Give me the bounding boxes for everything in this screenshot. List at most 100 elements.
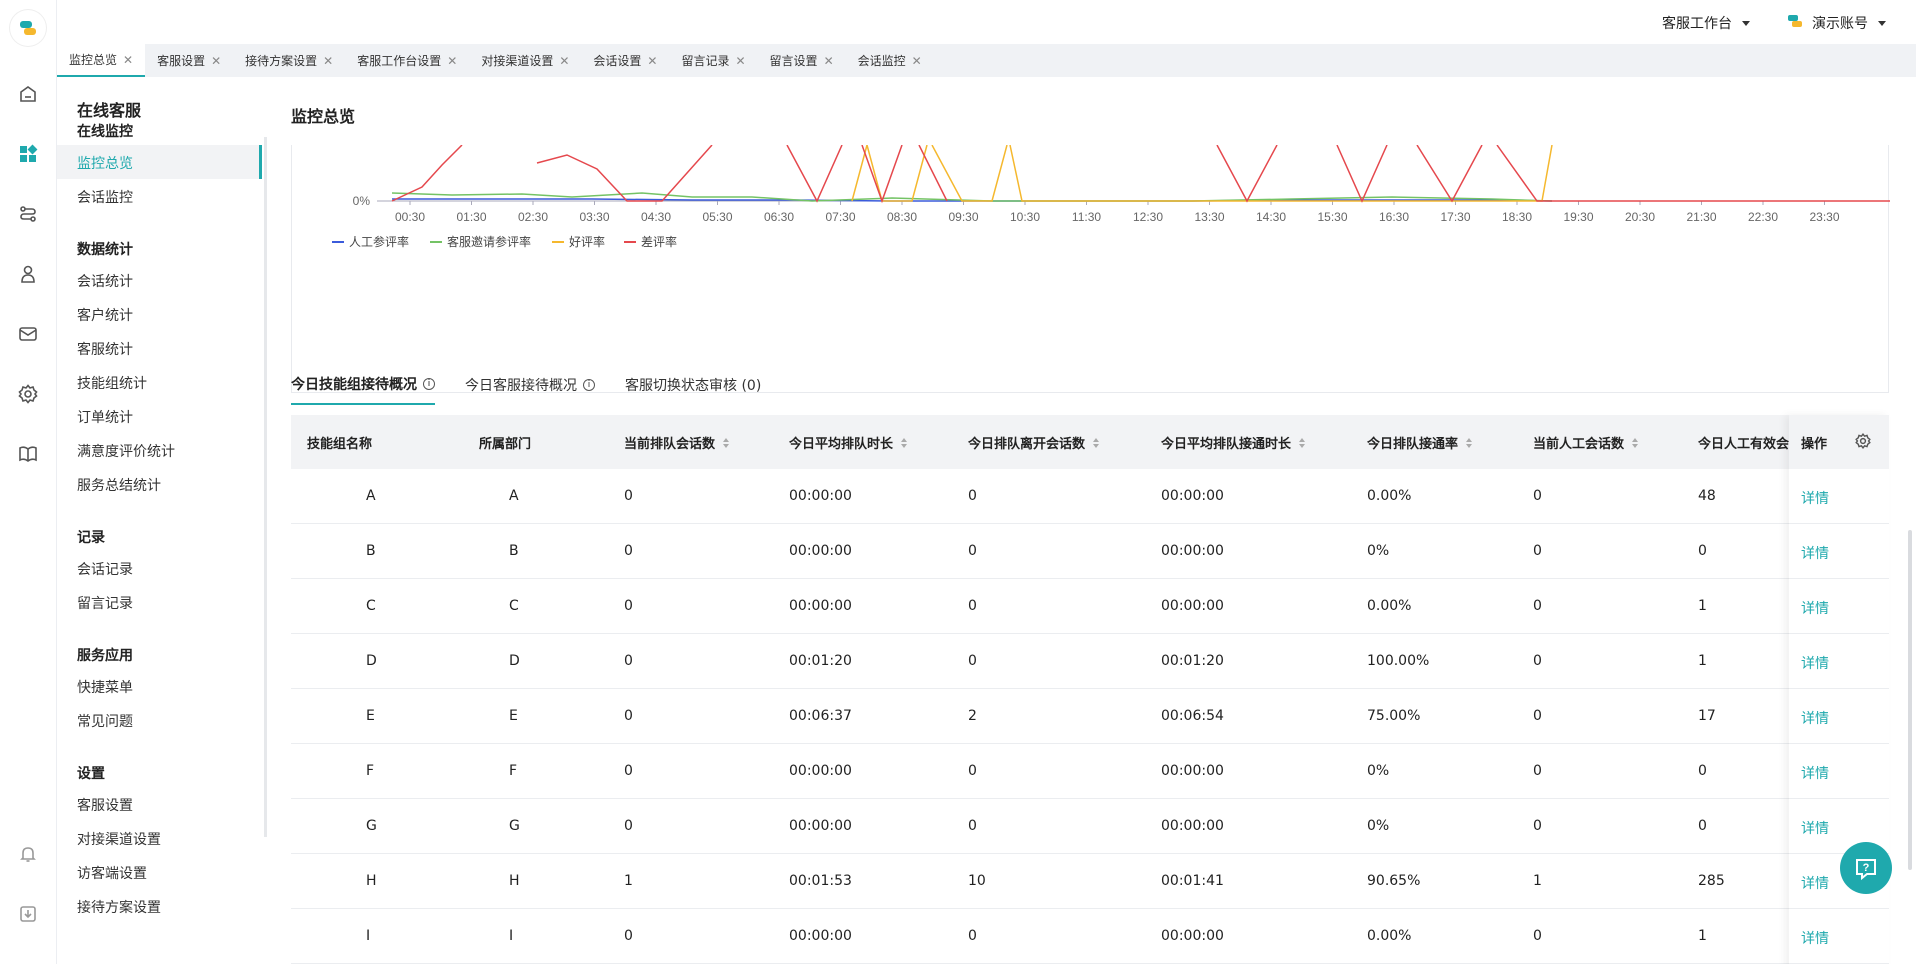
close-icon[interactable]: ✕ <box>735 54 745 68</box>
bell-icon[interactable] <box>16 842 40 866</box>
menu-item[interactable]: 客服统计 <box>77 339 133 359</box>
detail-link[interactable]: 详情 <box>1801 598 1829 618</box>
book-icon[interactable] <box>16 442 40 466</box>
column-header[interactable]: 当前排队会话数 <box>624 433 730 452</box>
table-cell: 0 <box>968 488 977 504</box>
detail-link[interactable]: 详情 <box>1801 543 1829 563</box>
table-cell: 48 <box>1698 488 1716 504</box>
column-header[interactable]: 今日平均排队接通时长 <box>1161 433 1306 452</box>
close-icon[interactable]: ✕ <box>323 54 333 68</box>
close-icon[interactable]: ✕ <box>824 54 834 68</box>
sort-icon[interactable] <box>1632 437 1639 448</box>
column-header[interactable]: 今日排队接通率 <box>1367 433 1473 452</box>
legend-label[interactable]: 人工参评率 <box>349 234 409 249</box>
side-menu: 在线客服 在线监控 监控总览 会话监控 数据统计 会话统计 客户统计 客服统计 技能组统计 订单… <box>57 77 267 964</box>
tab-item[interactable]: 客服工作台设置 ✕ <box>345 44 469 77</box>
x-tick-label: 09:30 <box>948 210 978 224</box>
detail-link[interactable]: 详情 <box>1801 653 1829 673</box>
tab-item[interactable]: 会话监控 ✕ <box>846 44 934 77</box>
tab-item[interactable]: 接待方案设置 ✕ <box>233 44 345 77</box>
sort-icon[interactable] <box>901 437 908 448</box>
menu-item[interactable]: 会话统计 <box>77 271 133 291</box>
download-icon[interactable] <box>16 902 40 926</box>
menu-item[interactable]: 客户统计 <box>77 305 133 325</box>
detail-link[interactable]: 详情 <box>1801 818 1829 838</box>
menu-item[interactable]: 监控总览 <box>77 153 133 173</box>
table-cell: 90.65% <box>1367 873 1421 889</box>
menu-item[interactable]: 订单统计 <box>77 407 133 427</box>
legend-label[interactable]: 客服邀请参评率 <box>447 234 531 249</box>
column-header[interactable]: 当前人工会话数 <box>1533 433 1639 452</box>
detail-link[interactable]: 详情 <box>1801 708 1829 728</box>
app-logo[interactable] <box>10 10 46 46</box>
series-line <box>391 145 1890 204</box>
detail-link[interactable]: 详情 <box>1801 763 1829 783</box>
menu-item[interactable]: 接待方案设置 <box>77 897 161 917</box>
menu-item[interactable]: 快捷菜单 <box>77 677 133 697</box>
close-icon[interactable]: ✕ <box>211 54 221 68</box>
menu-item[interactable]: 客服设置 <box>77 795 133 815</box>
column-header[interactable]: 今日排队离开会话数 <box>968 433 1100 452</box>
legend-label[interactable]: 差评率 <box>641 234 677 249</box>
table-cell: 00:00:00 <box>1161 763 1224 779</box>
info-icon[interactable]: i <box>423 378 435 390</box>
overview-tab[interactable]: 客服切换状态审核 (0) <box>625 365 761 405</box>
help-button[interactable]: ? <box>1840 842 1892 894</box>
table-cell: 0 <box>1533 928 1542 944</box>
workspace-dropdown[interactable]: 客服工作台 <box>1662 13 1750 33</box>
legend-label[interactable]: 好评率 <box>569 234 605 249</box>
menu-item[interactable]: 服务总结统计 <box>77 475 161 495</box>
tab-item[interactable]: 留言设置 ✕ <box>758 44 846 77</box>
close-icon[interactable]: ✕ <box>123 53 133 67</box>
sort-icon[interactable] <box>723 437 730 448</box>
menu-group-title: 设置 <box>77 766 105 782</box>
overview-tab[interactable]: 今日客服接待概况 i <box>465 365 595 405</box>
main-scrollbar[interactable] <box>1908 530 1912 870</box>
tab-item[interactable]: 对接渠道设置 ✕ <box>469 44 581 77</box>
menu-item[interactable]: 技能组统计 <box>77 373 147 393</box>
settings-icon[interactable] <box>16 382 40 406</box>
gear-icon[interactable] <box>1855 433 1871 453</box>
menu-item[interactable]: 访客端设置 <box>77 863 147 883</box>
table-cell: 0% <box>1367 818 1390 834</box>
table-cell: 0 <box>624 818 633 834</box>
tab-item[interactable]: 监控总览 ✕ <box>57 44 146 77</box>
tab-label: 会话设置 <box>593 54 642 68</box>
dashboard-icon[interactable] <box>16 142 40 166</box>
close-icon[interactable]: ✕ <box>559 54 569 68</box>
menu-item[interactable]: 会话监控 <box>77 187 133 207</box>
close-icon[interactable]: ✕ <box>647 54 657 68</box>
sort-icon[interactable] <box>1299 437 1306 448</box>
table-cell: 0% <box>1367 763 1390 779</box>
tab-item[interactable]: 会话设置 ✕ <box>581 44 669 77</box>
info-icon[interactable]: i <box>583 379 595 391</box>
sort-icon[interactable] <box>1093 437 1100 448</box>
menu-item[interactable]: 会话记录 <box>77 559 133 579</box>
close-icon[interactable]: ✕ <box>447 54 457 68</box>
table-cell: 0 <box>624 488 633 504</box>
menu-item[interactable]: 常见问题 <box>77 711 133 731</box>
route-icon[interactable] <box>16 202 40 226</box>
menu-item[interactable]: 满意度评价统计 <box>77 441 175 461</box>
user-icon[interactable] <box>16 262 40 286</box>
home-icon[interactable] <box>16 82 40 106</box>
column-header[interactable]: 今日平均排队时长 <box>789 433 908 452</box>
tab-label: 留言设置 <box>769 54 818 68</box>
menu-item[interactable]: 留言记录 <box>77 593 133 613</box>
x-tick-label: 14:30 <box>1256 210 1286 224</box>
close-icon[interactable]: ✕ <box>912 54 922 68</box>
tab-item[interactable]: 留言记录 ✕ <box>669 44 757 77</box>
sort-icon[interactable] <box>1466 437 1473 448</box>
tab-label: 会话监控 <box>857 54 906 68</box>
menu-item[interactable]: 对接渠道设置 <box>77 829 161 849</box>
chart-svg: 0% 00:30 01:30 02:30 03:30 04:30 05:30 06:30 07:… <box>332 145 1890 249</box>
mail-icon[interactable] <box>16 322 40 346</box>
tab-item[interactable]: 客服设置 ✕ <box>145 44 233 77</box>
detail-link[interactable]: 详情 <box>1801 873 1829 893</box>
table-cell: C <box>509 598 519 614</box>
table-cell: F <box>509 763 518 779</box>
detail-link[interactable]: 详情 <box>1801 928 1829 948</box>
overview-tab[interactable]: 今日技能组接待概况 i <box>291 365 435 405</box>
detail-link[interactable]: 详情 <box>1801 488 1829 508</box>
account-dropdown[interactable]: 演示账号 <box>1786 12 1886 34</box>
